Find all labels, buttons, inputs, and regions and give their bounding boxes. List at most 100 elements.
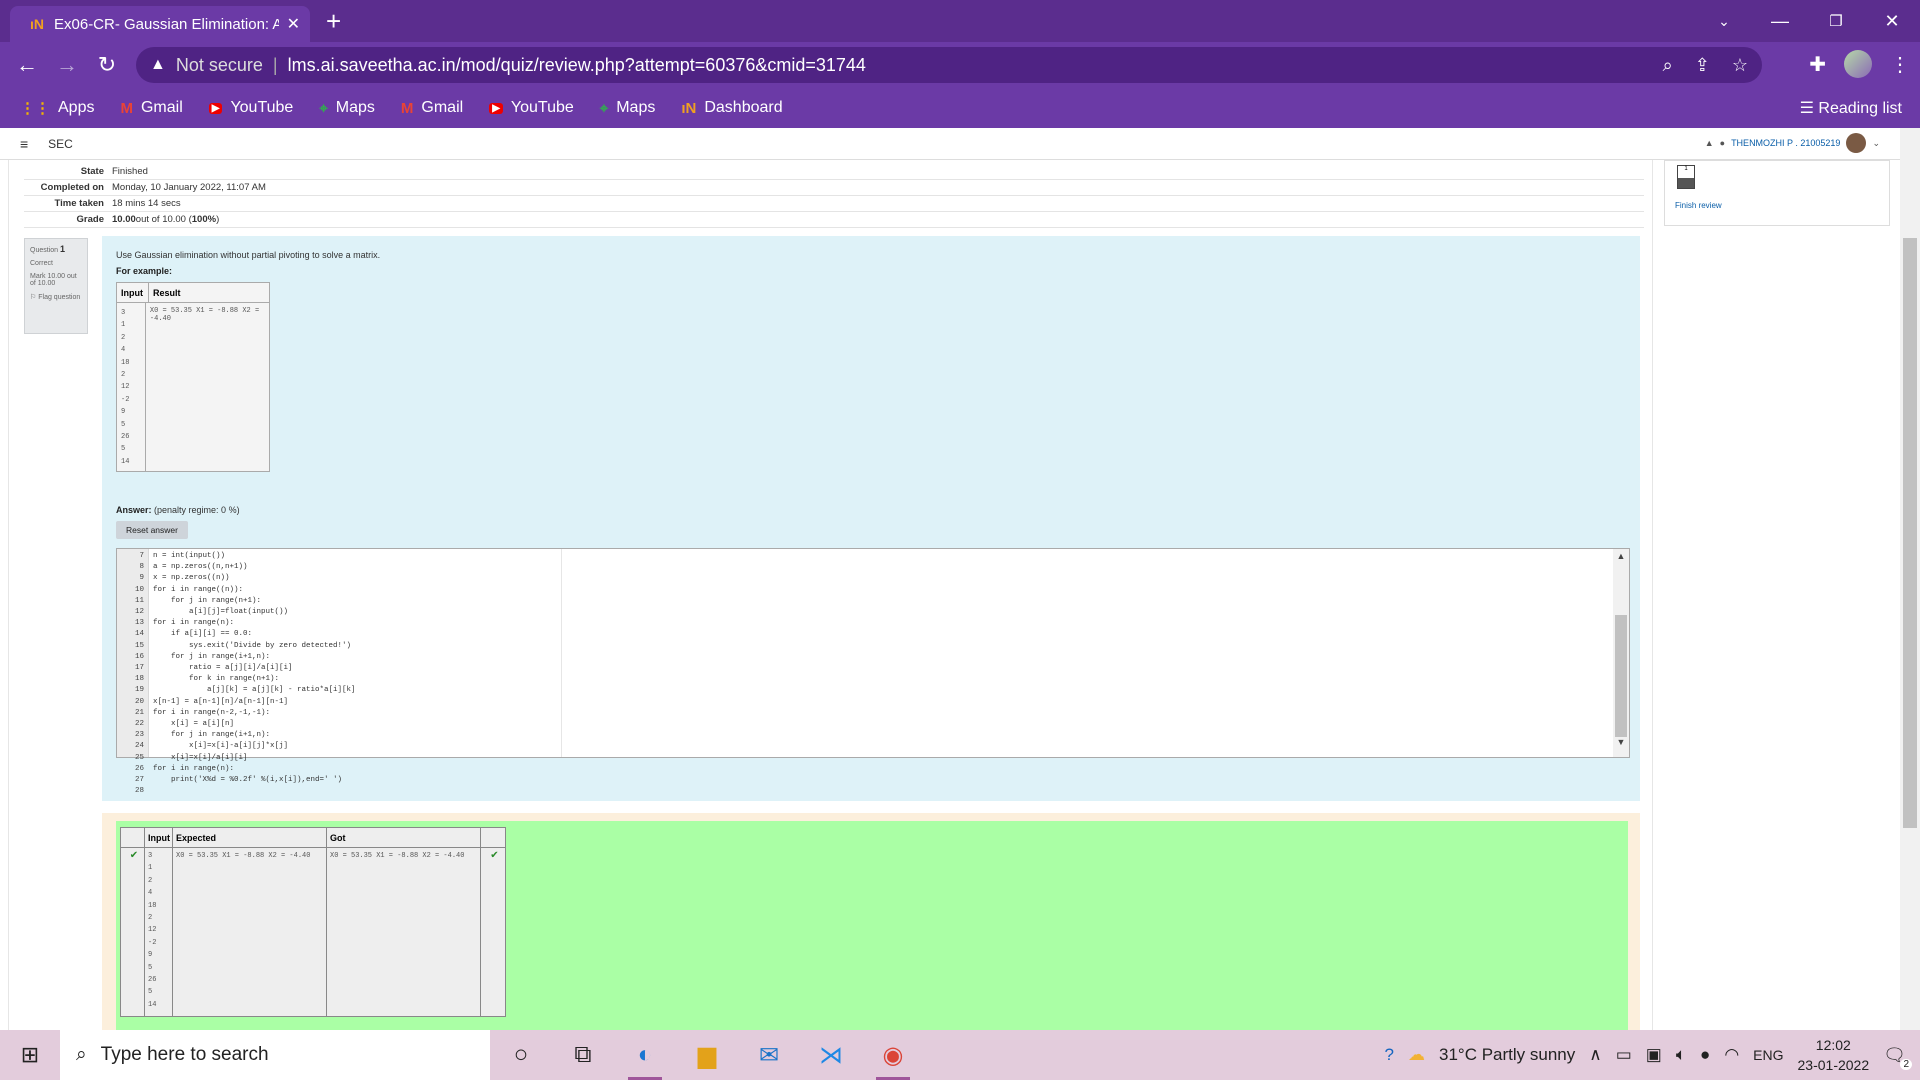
results-input-cell: 3 1 2 4 18 2 12 -2 9 5 26 5 14 <box>145 848 173 1016</box>
reading-list-button[interactable]: ☰ Reading list <box>1800 98 1902 118</box>
code-line[interactable]: a = np.zeros((n,n+1)) <box>153 562 356 573</box>
example-input-cell: 3 1 2 4 18 2 12 -2 9 5 26 5 14 <box>117 303 146 471</box>
scroll-down-icon[interactable]: ▼ <box>1613 737 1629 747</box>
user-avatar[interactable] <box>1846 133 1867 153</box>
wifi-icon[interactable]: ◠ <box>1724 1045 1739 1065</box>
code-line[interactable]: for j in range(i+1,n): <box>153 730 356 741</box>
scroll-up-icon[interactable]: ▲ <box>1613 551 1629 561</box>
code-editor[interactable]: 7 8 9 10 11 12 13 14 15 16 17 18 19 20 21 22 23 24 25 26 27 2… <box>116 548 1630 795</box>
forward-button[interactable]: → <box>52 50 82 80</box>
menu-icon[interactable]: ⋮ <box>1890 52 1910 77</box>
bookmark-apps[interactable]: ⋮⋮ Apps <box>20 99 94 117</box>
editor-scroll-thumb[interactable] <box>1615 615 1627 737</box>
share-icon[interactable]: ⇪ <box>1695 55 1710 76</box>
zoom-icon[interactable]: ⌕ <box>1663 55 1673 76</box>
page-scroll-thumb[interactable] <box>1903 238 1917 828</box>
back-button[interactable]: ← <box>12 50 42 80</box>
microphone-icon[interactable]: ● <box>1700 1045 1710 1065</box>
browser-tab[interactable]: ıN Ex06-CR- Gaussian Elimination: A ✕ <box>10 6 310 42</box>
code-line[interactable]: for j in range(i+1,n): <box>153 652 356 663</box>
address-bar[interactable]: ▲ Not secure | lms.ai.saveetha.ac.in/mod… <box>136 47 1762 83</box>
chevron-up-icon[interactable]: ∧ <box>1589 1045 1601 1065</box>
code-line[interactable]: print('X%d = %0.2f' %(i,x[i]),end=' ') <box>153 775 356 786</box>
cortana-icon[interactable]: ○ <box>490 1030 552 1080</box>
chrome-icon[interactable]: ◉ <box>862 1030 924 1080</box>
course-name[interactable]: SEC <box>48 137 73 151</box>
weather-text[interactable]: 31°C Partly sunny <box>1439 1045 1575 1065</box>
bookmark-youtube[interactable]: ▶ YouTube <box>489 99 574 117</box>
input-value: 9 <box>121 408 126 417</box>
bookmark-maps[interactable]: ⌖ Maps <box>319 99 375 117</box>
flag-question-link[interactable]: ⚐ Flag question <box>30 293 82 301</box>
taskbar-search[interactable]: ⌕ Type here to search <box>60 1030 490 1080</box>
code-line[interactable]: for i in range(n): <box>153 618 356 629</box>
system-tray: ? ☁ 31°C Partly sunny ∧ ▭ ▣ 🔈︎ ● ◠ ENG 1… <box>1385 1030 1920 1080</box>
code-line[interactable] <box>153 786 356 797</box>
code-text[interactable]: n = int(input()) a = np.zeros((n,n+1)) x =… <box>153 551 356 797</box>
reload-button[interactable]: ↻ <box>92 50 122 80</box>
code-line[interactable]: n = int(input()) <box>153 551 356 562</box>
bookmark-youtube[interactable]: ▶ YouTube <box>208 99 293 117</box>
line-number: 28 <box>134 787 144 796</box>
code-line[interactable]: for i in range(n-2,-1,-1): <box>153 708 356 719</box>
volume-icon[interactable]: 🔈︎ <box>1676 1045 1686 1065</box>
code-line[interactable]: for k in range(n+1): <box>153 674 356 685</box>
help-icon[interactable]: ? <box>1385 1045 1394 1065</box>
code-line[interactable]: sys.exit('Divide by zero detected!') <box>153 641 356 652</box>
message-icon[interactable]: ● <box>1720 138 1725 148</box>
code-line[interactable]: for i in range(n): <box>153 764 356 775</box>
tab-search-icon[interactable]: ⌄ <box>1696 0 1752 42</box>
close-tab-icon[interactable]: ✕ <box>287 14 300 34</box>
code-line[interactable]: ratio = a[j][i]/a[i][i] <box>153 663 356 674</box>
bell-icon[interactable]: ▲ <box>1705 138 1714 148</box>
new-tab-button[interactable]: + <box>326 6 341 36</box>
task-view-icon[interactable]: ⧉ <box>552 1030 614 1080</box>
code-line[interactable]: a[i][j]=float(input()) <box>153 607 356 618</box>
bookmark-maps[interactable]: ⌖ Maps <box>600 99 656 117</box>
star-icon[interactable]: ☆ <box>1732 55 1748 76</box>
battery-icon[interactable]: ▭ <box>1616 1045 1632 1065</box>
question-info: Question 1 Correct Mark 10.00 out of 10.… <box>24 238 88 334</box>
code-line[interactable]: x[i]=x[i]-a[i][j]*x[j] <box>153 741 356 752</box>
code-line[interactable]: x[i]=x[i]/a[i][i] <box>153 753 356 764</box>
notifications-icon[interactable]: 🗨︎ 2 <box>1883 1045 1912 1070</box>
line-number: 27 <box>134 776 144 785</box>
results-header-got: Got <box>327 828 481 847</box>
bookmark-gmail[interactable]: M Gmail <box>120 99 182 117</box>
language-indicator[interactable]: ENG <box>1753 1047 1783 1063</box>
line-number: 9 <box>139 574 144 583</box>
input-value: 2 <box>148 876 153 885</box>
vscode-icon[interactable]: ⋊ <box>800 1030 862 1080</box>
reset-answer-button[interactable]: Reset answer <box>116 521 188 539</box>
code-line[interactable]: a[j][k] = a[j][k] - ratio*a[i][k] <box>153 685 356 696</box>
bookmark-dashboard[interactable]: ıN Dashboard <box>681 99 782 117</box>
title-bar: ıN Ex06-CR- Gaussian Elimination: A ✕ + … <box>0 0 1920 42</box>
restore-button[interactable]: ❐ <box>1808 0 1864 42</box>
edge-icon[interactable]: ◐ <box>614 1030 676 1080</box>
clock[interactable]: 12:02 23-01-2022 <box>1798 1035 1870 1075</box>
hamburger-icon[interactable]: ≡ <box>20 136 28 152</box>
windows-start-icon[interactable]: ⊞ <box>0 1030 60 1080</box>
user-name[interactable]: THENMOZHI P . 21005219 <box>1731 138 1840 148</box>
line-number: 19 <box>134 686 144 695</box>
extensions-icon[interactable]: ✚ <box>1809 52 1826 77</box>
page-scrollbar[interactable] <box>1900 128 1920 1030</box>
check-icon: ✔ <box>490 850 499 861</box>
file-explorer-icon[interactable]: ▆ <box>676 1030 738 1080</box>
code-line[interactable]: x = np.zeros((n)) <box>153 573 356 584</box>
profile-avatar[interactable] <box>1844 50 1872 78</box>
chevron-down-icon[interactable]: ⌄ <box>1872 138 1880 149</box>
code-line[interactable]: if a[i][i] == 0.0: <box>153 629 356 640</box>
bookmark-gmail[interactable]: M Gmail <box>401 99 463 117</box>
question-nav-button[interactable]: 1 <box>1677 165 1695 189</box>
code-line[interactable]: x[n-1] = a[n-1][n]/a[n-1][n-1] <box>153 697 356 708</box>
minimize-button[interactable]: — <box>1752 0 1808 42</box>
finish-review-link[interactable]: Finish review <box>1675 201 1722 210</box>
meet-icon[interactable]: ▣ <box>1646 1045 1662 1065</box>
code-line[interactable]: for i in range((n)): <box>153 585 356 596</box>
mail-icon[interactable]: ✉ <box>738 1030 800 1080</box>
editor-scrollbar[interactable]: ▲ ▼ <box>1613 549 1629 757</box>
close-window-button[interactable]: ✕ <box>1864 0 1920 42</box>
code-line[interactable]: for j in range(n+1): <box>153 596 356 607</box>
code-line[interactable]: x[i] = a[i][n] <box>153 719 356 730</box>
